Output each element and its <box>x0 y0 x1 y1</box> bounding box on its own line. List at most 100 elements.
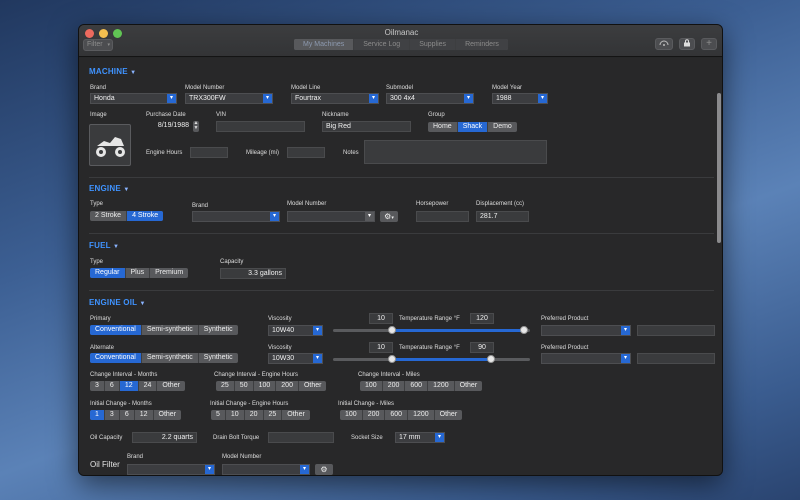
initial-months-option[interactable]: Other <box>154 410 182 420</box>
primary-viscosity-popup[interactable]: 10W40 ▾ <box>268 325 323 336</box>
slider-low-knob[interactable] <box>388 326 397 334</box>
horsepower-field[interactable] <box>416 211 469 222</box>
group-home[interactable]: Home <box>428 122 458 132</box>
add-machine-button[interactable]: + <box>701 38 717 50</box>
engine-type-4-stroke[interactable]: 4 Stroke <box>127 211 164 221</box>
initial-months-option[interactable]: 12 <box>135 410 154 420</box>
submodel-popup[interactable]: 300 4x4 ▾ <box>386 93 474 104</box>
primary-preferred-popup[interactable]: ▾ <box>541 325 631 336</box>
oil-filter-brand-popup[interactable]: ▾ <box>127 464 215 475</box>
machine-section-header[interactable]: MACHINE ▼ <box>89 67 136 76</box>
primary-conventional[interactable]: Conventional <box>90 325 142 335</box>
primary-temp-high[interactable]: 120 <box>470 313 494 324</box>
fuel-capacity-field[interactable]: 3.3 gallons <box>220 268 286 279</box>
scrollbar[interactable] <box>717 93 721 243</box>
change-months-option[interactable]: 6 <box>105 381 120 391</box>
machine-image-well[interactable] <box>89 124 131 166</box>
primary-preferred-field[interactable] <box>637 325 715 336</box>
alternate-semi-synthetic[interactable]: Semi-synthetic <box>142 353 199 363</box>
notes-field[interactable] <box>364 140 547 164</box>
change-miles-option[interactable]: 1200 <box>428 381 455 391</box>
alternate-temp-slider[interactable] <box>333 355 530 363</box>
change-miles-option[interactable]: 600 <box>405 381 429 391</box>
primary-semi-synthetic[interactable]: Semi-synthetic <box>142 325 199 335</box>
fuel-type-premium[interactable]: Premium <box>150 268 188 278</box>
initial-hours-option[interactable]: 10 <box>226 410 245 420</box>
primary-temp-slider[interactable] <box>333 326 530 334</box>
oil-filter-action-button[interactable]: ⚙ <box>315 464 333 475</box>
date-stepper[interactable]: ▲ ▼ <box>193 121 199 132</box>
alternate-preferred-popup[interactable]: ▾ <box>541 353 631 364</box>
lock-button[interactable] <box>679 38 695 50</box>
displacement-field[interactable]: 281.7 <box>476 211 529 222</box>
change-months-option[interactable]: Other <box>157 381 185 391</box>
slider-low-knob[interactable] <box>388 355 397 363</box>
socket-size-popup[interactable]: 17 mm ▾ <box>395 432 445 443</box>
initial-hours-option[interactable]: 5 <box>211 410 226 420</box>
initial-miles-option[interactable]: 200 <box>363 410 386 420</box>
alternate-temp-low[interactable]: 10 <box>369 342 393 353</box>
mileage-field[interactable] <box>287 147 325 158</box>
group-shack[interactable]: Shack <box>457 122 489 132</box>
tab-my-machines[interactable]: My Machines <box>294 39 355 50</box>
tab-service-log[interactable]: Service Log <box>354 39 411 50</box>
sync-button[interactable] <box>655 38 673 50</box>
initial-miles-option[interactable]: 100 <box>340 410 363 420</box>
group-demo[interactable]: Demo <box>488 122 517 132</box>
oil-filter-model-combo[interactable]: ▾ <box>222 464 310 475</box>
change-miles-option[interactable]: Other <box>455 381 483 391</box>
engine-model-number-combo[interactable]: ▾ <box>287 211 375 222</box>
change-hours-option[interactable]: Other <box>299 381 327 391</box>
fuel-section-header[interactable]: FUEL ▼ <box>89 241 119 250</box>
change-hours-option[interactable]: 50 <box>235 381 254 391</box>
filter-button[interactable]: Filter ▾ <box>83 39 113 51</box>
change-miles-option[interactable]: 100 <box>360 381 383 391</box>
initial-miles-option[interactable]: Other <box>435 410 463 420</box>
initial-months-option[interactable]: 6 <box>120 410 135 420</box>
model-number-label: Model Number <box>185 85 225 91</box>
primary-synthetic[interactable]: Synthetic <box>199 325 238 335</box>
engine-hours-field[interactable] <box>190 147 228 158</box>
alternate-preferred-field[interactable] <box>637 353 715 364</box>
initial-months-option[interactable]: 3 <box>105 410 120 420</box>
engine-oil-section-header[interactable]: ENGINE OIL ▼ <box>89 298 146 307</box>
fuel-type-plus[interactable]: Plus <box>126 268 151 278</box>
brand-popup[interactable]: Honda ▾ <box>90 93 177 104</box>
vin-field[interactable] <box>216 121 305 132</box>
fuel-type-regular[interactable]: Regular <box>90 268 126 278</box>
model-number-popup[interactable]: TRX300FW ▾ <box>185 93 273 104</box>
change-months-option[interactable]: 12 <box>119 381 139 391</box>
initial-miles-option[interactable]: 600 <box>385 410 409 420</box>
change-hours-option[interactable]: 100 <box>254 381 277 391</box>
change-hours-option[interactable]: 200 <box>276 381 299 391</box>
engine-brand-popup[interactable]: ▾ <box>192 211 280 222</box>
tab-reminders[interactable]: Reminders <box>456 39 508 50</box>
alternate-synthetic[interactable]: Synthetic <box>199 353 238 363</box>
model-line-popup[interactable]: Fourtrax ▾ <box>291 93 379 104</box>
change-miles-option[interactable]: 200 <box>383 381 406 391</box>
change-months-option[interactable]: 24 <box>139 381 158 391</box>
triangle-down-icon: ▼ <box>130 70 137 76</box>
initial-months-option[interactable]: 1 <box>90 410 105 420</box>
change-hours-option[interactable]: 25 <box>216 381 235 391</box>
alternate-viscosity-popup[interactable]: 10W30 ▾ <box>268 353 323 364</box>
alternate-conventional[interactable]: Conventional <box>90 353 142 363</box>
initial-hours-option[interactable]: Other <box>282 410 310 420</box>
oil-capacity-field[interactable]: 2.2 quarts <box>132 432 197 443</box>
engine-section-header[interactable]: ENGINE ▼ <box>89 184 129 193</box>
engine-action-button[interactable]: ⚙▾ <box>380 211 398 222</box>
purchase-date-field[interactable]: 8/19/1988 <box>146 121 192 132</box>
nickname-field[interactable]: Big Red <box>322 121 411 132</box>
slider-high-knob[interactable] <box>486 355 495 363</box>
drain-bolt-field[interactable] <box>268 432 334 443</box>
tab-supplies[interactable]: Supplies <box>410 39 457 50</box>
initial-hours-option[interactable]: 20 <box>245 410 264 420</box>
primary-temp-low[interactable]: 10 <box>369 313 393 324</box>
alternate-temp-high[interactable]: 90 <box>470 342 494 353</box>
model-year-popup[interactable]: 1988 ▾ <box>492 93 548 104</box>
change-months-option[interactable]: 3 <box>90 381 105 391</box>
initial-hours-option[interactable]: 25 <box>264 410 283 420</box>
engine-type-2-stroke[interactable]: 2 Stroke <box>90 211 128 221</box>
slider-high-knob[interactable] <box>520 326 529 334</box>
initial-miles-option[interactable]: 1200 <box>408 410 435 420</box>
